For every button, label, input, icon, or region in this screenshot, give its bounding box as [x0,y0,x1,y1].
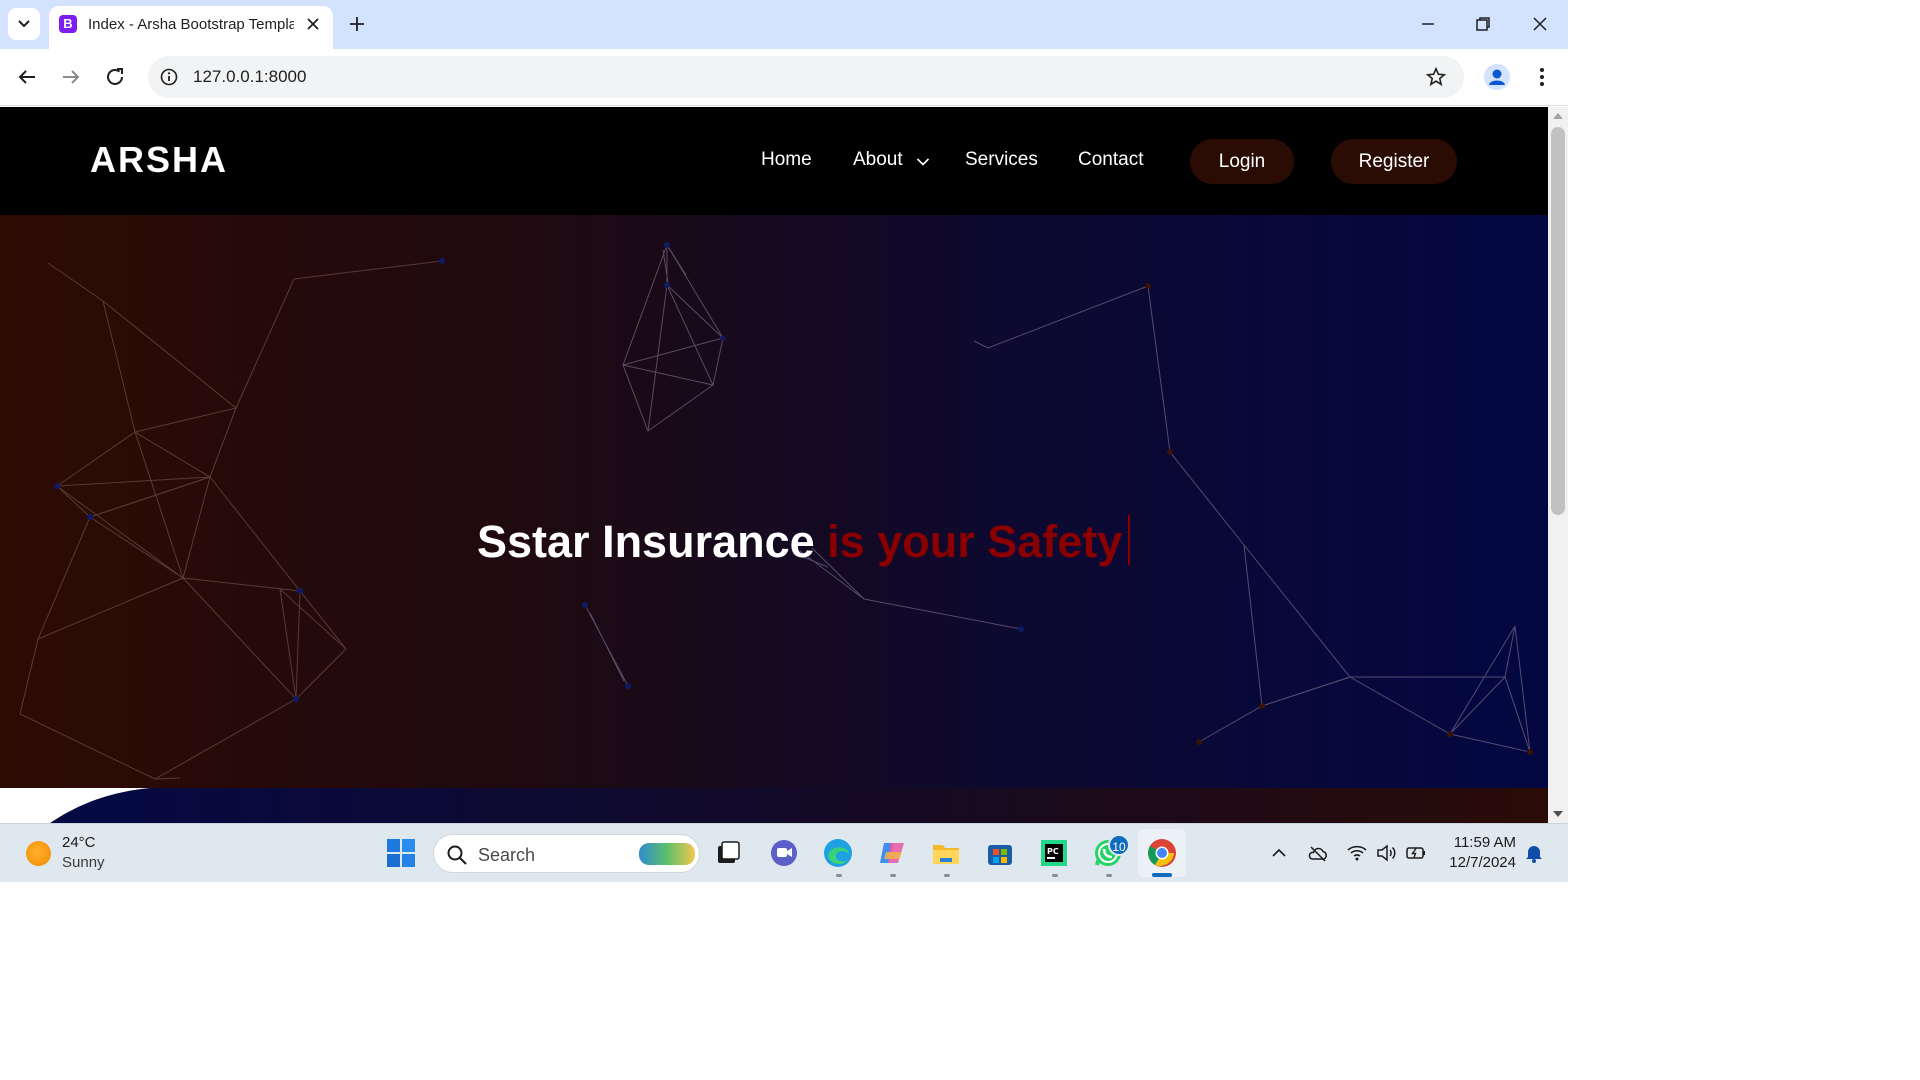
page-viewport: ARSHA Home About Services Contact Login … [0,107,1548,823]
running-indicator [836,874,842,877]
task-view-icon[interactable] [712,837,744,869]
search-highlight-image [639,843,695,865]
browser-tab-active[interactable]: B Index - Arsha Bootstrap Templa [49,6,333,49]
minimize-icon[interactable] [1416,12,1440,36]
site-info-icon[interactable] [159,67,179,87]
section-wave-shape [50,788,1548,823]
hero-section: Sstar Insurance is your Safety [0,215,1548,788]
notification-bell-icon[interactable] [1523,842,1545,864]
profile-avatar-icon[interactable] [1484,64,1510,90]
tab-search-button[interactable] [8,8,40,40]
chrome-icon[interactable] [1146,837,1178,869]
nav-home-link[interactable]: Home [761,149,812,171]
bootstrap-favicon-icon: B [59,15,77,33]
window-close-icon[interactable] [1528,12,1552,36]
hero-typed-text: is your Safety [814,516,1123,567]
nav-contact-link[interactable]: Contact [1078,149,1143,171]
file-explorer-icon[interactable] [930,837,962,869]
reload-icon[interactable] [103,65,127,89]
site-header: ARSHA Home About Services Contact Login … [0,107,1548,215]
microsoft-store-icon[interactable] [984,837,1016,869]
running-indicator [1052,874,1058,877]
chevron-down-icon[interactable] [916,157,930,167]
close-icon[interactable] [304,15,322,33]
more-menu-icon[interactable] [1530,65,1554,89]
nav-services-link[interactable]: Services [965,149,1038,171]
scroll-down-arrow-icon[interactable] [1553,811,1563,817]
sun-weather-icon[interactable] [26,841,51,866]
active-app-indicator [1152,873,1172,877]
forward-arrow-icon[interactable] [59,65,83,89]
back-arrow-icon[interactable] [15,65,39,89]
address-bar[interactable]: 127.0.0.1:8000 [148,56,1464,98]
weather-temperature[interactable]: 24°C [62,834,96,851]
weather-description[interactable]: Sunny [62,854,105,871]
volume-icon[interactable] [1375,842,1397,864]
scroll-thumb[interactable] [1551,127,1565,515]
whatsapp-notification-badge: 10 [1108,834,1130,856]
svg-text:PC: PC [1047,847,1059,856]
taskbar-search-box[interactable]: Search [433,834,700,873]
typing-cursor [1128,515,1131,565]
restore-icon[interactable] [1471,12,1495,36]
chevron-up-icon[interactable] [1268,842,1290,864]
next-section [0,788,1548,823]
person-icon [1489,69,1505,85]
hero-main-text: Sstar Insurance [477,516,815,567]
tab-title: Index - Arsha Bootstrap Templa [88,16,294,33]
search-icon [447,845,467,865]
running-indicator [1106,874,1112,877]
windows-taskbar: 24°C Sunny Search PC 10 11:59 AM 12/7/20… [0,823,1568,882]
running-indicator [890,874,896,877]
nav-about-link[interactable]: About [853,149,903,171]
particle-network-background [19,242,1533,780]
page-scrollbar[interactable] [1548,107,1568,823]
onedrive-icon[interactable] [1307,842,1329,864]
pycharm-icon[interactable]: PC [1038,837,1070,869]
new-tab-plus-icon[interactable] [345,12,369,36]
battery-charging-icon[interactable] [1405,842,1427,864]
clock-time[interactable]: 11:59 AM [1440,834,1516,851]
copilot-icon[interactable] [876,837,908,869]
chevron-down-icon [18,20,30,28]
search-placeholder: Search [478,845,536,865]
url-text[interactable]: 127.0.0.1:8000 [193,67,306,87]
edge-icon[interactable] [822,837,854,869]
browser-toolbar: 127.0.0.1:8000 [0,49,1568,106]
hero-headline: Sstar Insurance is your Safety [477,515,1131,568]
login-button[interactable]: Login [1190,139,1294,184]
browser-tab-strip: B Index - Arsha Bootstrap Templa [0,0,1568,49]
clock-date[interactable]: 12/7/2024 [1440,854,1516,871]
running-indicator [944,874,950,877]
scroll-up-arrow-icon[interactable] [1553,113,1563,119]
register-button[interactable]: Register [1331,139,1457,184]
bookmark-star-icon[interactable] [1425,66,1447,88]
wifi-icon[interactable] [1346,842,1368,864]
windows-start-icon[interactable] [385,837,417,869]
teams-icon[interactable] [768,837,800,869]
site-logo[interactable]: ARSHA [90,139,228,181]
